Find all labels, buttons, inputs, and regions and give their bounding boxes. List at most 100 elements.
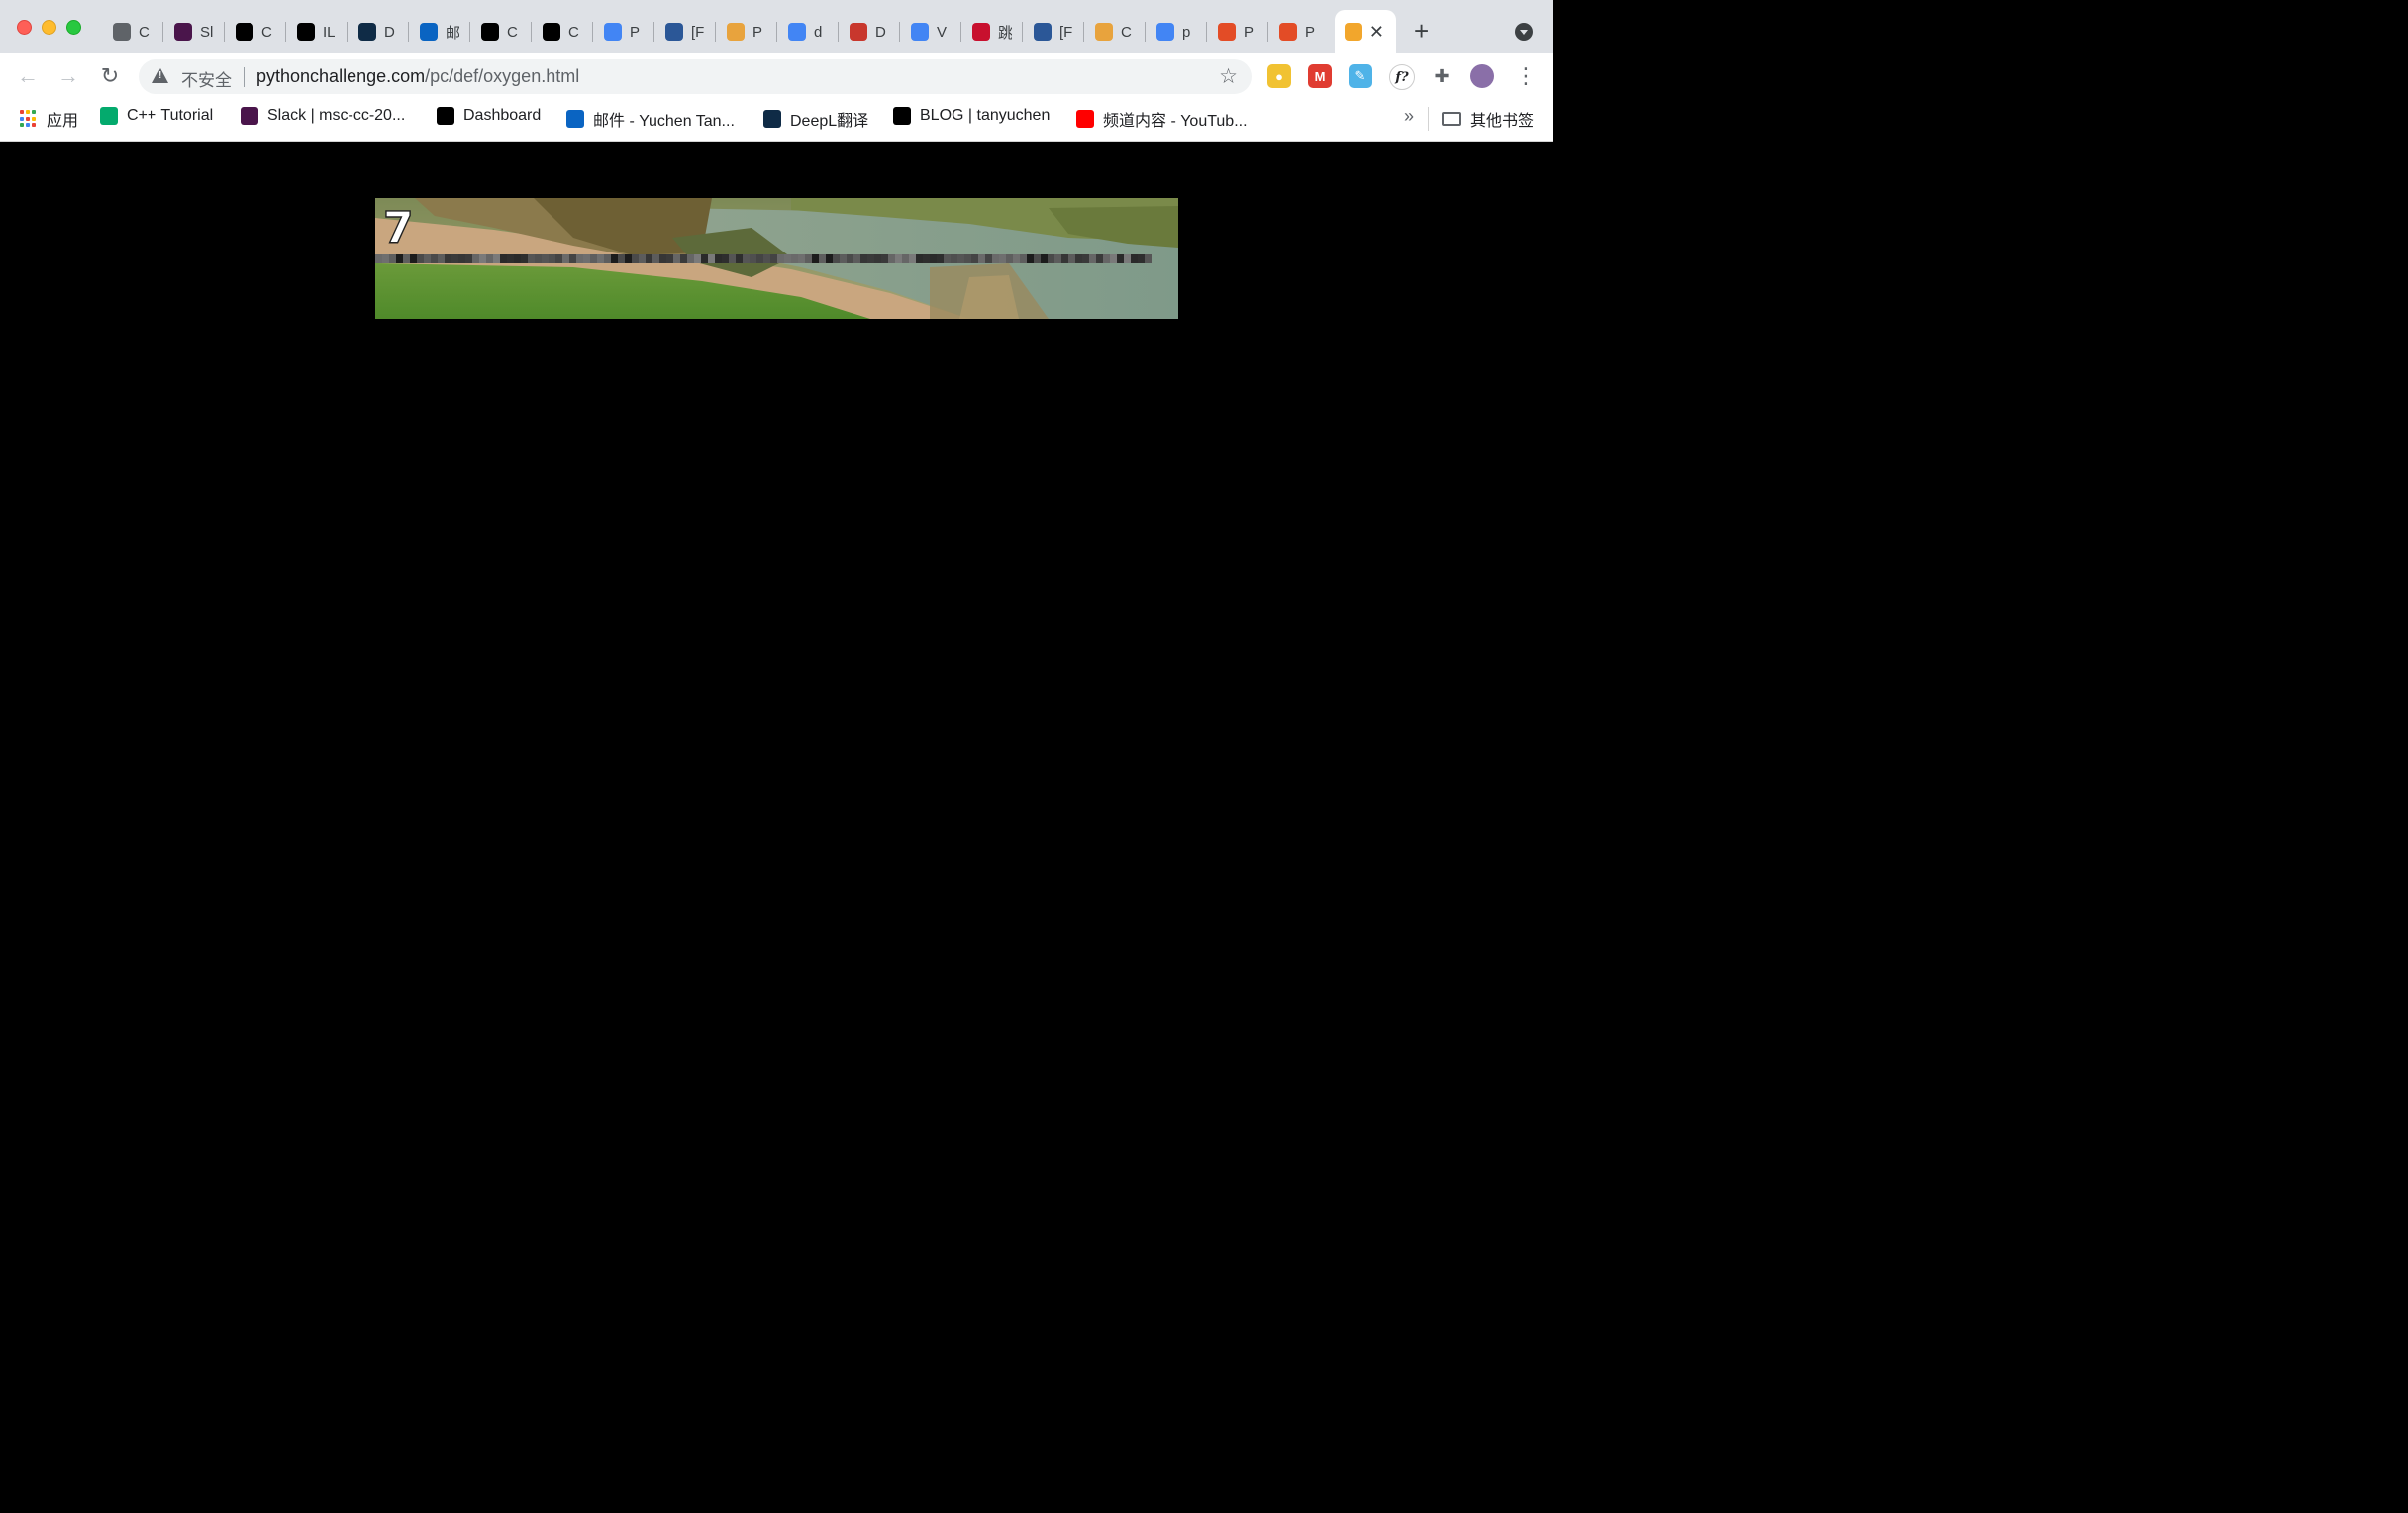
more-menu-icon[interactable]: ⋮: [1515, 63, 1537, 89]
bookmark-star-icon[interactable]: ☆: [1219, 64, 1238, 89]
browser-tab[interactable]: P: [594, 10, 652, 53]
extensions-puzzle-icon[interactable]: ✚: [1430, 64, 1454, 88]
bookmark-item[interactable]: Dashboard: [437, 107, 541, 125]
level-number: 7: [382, 203, 414, 253]
band-pixel: [1006, 254, 1013, 263]
browser-tab[interactable]: p: [1147, 10, 1204, 53]
deepl-icon: [358, 23, 376, 41]
bookmark-item[interactable]: Slack | msc-cc-20...: [241, 107, 405, 125]
bookmark-item[interactable]: BLOG | tanyuchen: [893, 107, 1050, 125]
profile-avatar-icon[interactable]: [1470, 64, 1494, 88]
band-pixel: [500, 254, 507, 263]
formula-extension-icon[interactable]: f?: [1389, 64, 1415, 90]
bowl-extension-icon[interactable]: ●: [1267, 64, 1291, 88]
browser-tab[interactable]: C: [1085, 10, 1143, 53]
browser-tab[interactable]: P: [717, 10, 774, 53]
close-window-button[interactable]: [17, 20, 32, 35]
band-pixel: [971, 254, 978, 263]
other-bookmarks-folder[interactable]: 其他书签: [1442, 107, 1534, 131]
browser-tab[interactable]: P: [1208, 10, 1265, 53]
band-pixel: [493, 254, 500, 263]
bookmark-label: Slack | msc-cc-20...: [267, 107, 406, 124]
band-pixel: [438, 254, 445, 263]
tab-title: P: [630, 23, 641, 41]
band-pixel: [486, 254, 493, 263]
tab-search-icon[interactable]: [1515, 23, 1533, 41]
band-pixel: [819, 254, 826, 263]
bookmark-label: BLOG | tanyuchen: [920, 107, 1051, 124]
tab-separator: [715, 22, 716, 42]
browser-toolbar: ← → ↻ 不安全 pythonchallenge.com/pc/def/oxy…: [0, 53, 1553, 99]
tab-separator: [838, 22, 839, 42]
band-pixel: [930, 254, 937, 263]
band-pixel: [985, 254, 992, 263]
browser-tab[interactable]: C: [471, 10, 529, 53]
browser-tab[interactable]: D: [840, 10, 897, 53]
browser-tab[interactable]: C: [226, 10, 283, 53]
browser-tab[interactable]: P: [1269, 10, 1327, 53]
new-tab-button[interactable]: +: [1414, 18, 1429, 44]
band-pixel: [874, 254, 881, 263]
more-bookmarks-chevron-icon[interactable]: »: [1404, 106, 1414, 127]
bowl-icon: [727, 23, 745, 41]
browser-tab[interactable]: ✕: [1335, 10, 1396, 53]
browser-tab[interactable]: d: [778, 10, 836, 53]
bookmark-item[interactable]: 应用: [20, 107, 78, 131]
tab-title: D: [875, 23, 886, 41]
browser-tab[interactable]: 跳: [962, 10, 1020, 53]
reload-icon[interactable]: ↻: [96, 62, 124, 90]
band-pixel: [396, 254, 403, 263]
mendeley-extension-icon[interactable]: M: [1308, 64, 1332, 88]
close-tab-icon[interactable]: ✕: [1369, 22, 1384, 43]
back-arrow-icon[interactable]: ←: [14, 62, 42, 90]
band-pixel: [791, 254, 798, 263]
google-icon: [911, 23, 929, 41]
browser-chrome: C Sl C IL D 邮 C C P [F Pd D V 跳 [F Cp P P ✕ + ← → ↻ 不安全 py…: [0, 0, 1553, 142]
tab-separator: [1083, 22, 1084, 42]
band-pixel: [528, 254, 535, 263]
tab-title: IL: [323, 23, 336, 41]
tab-title: p: [1182, 23, 1191, 41]
band-pixel: [853, 254, 860, 263]
bookmark-item[interactable]: C++ Tutorial: [100, 107, 213, 125]
tab-title: C: [261, 23, 272, 41]
band-pixel: [597, 254, 604, 263]
tab-separator: [469, 22, 470, 42]
bookmark-item[interactable]: DeepL翻译: [763, 107, 868, 131]
band-pixel: [902, 254, 909, 263]
forward-arrow-icon[interactable]: →: [54, 62, 82, 90]
band-pixel: [479, 254, 486, 263]
browser-tab[interactable]: C: [533, 10, 590, 53]
minimize-window-button[interactable]: [42, 20, 56, 35]
tab-title: P: [1305, 23, 1316, 41]
band-pixel: [895, 254, 902, 263]
browser-tab[interactable]: [F: [655, 10, 713, 53]
browser-tab[interactable]: IL: [287, 10, 345, 53]
band-pixel: [840, 254, 847, 263]
browser-tab[interactable]: 邮: [410, 10, 467, 53]
kite-icon: [665, 23, 683, 41]
bookmark-item[interactable]: 频道内容 - YouTub...: [1076, 107, 1248, 131]
tab-title: [F: [691, 23, 705, 41]
bookmark-item[interactable]: 邮件 - Yuchen Tan...: [566, 107, 735, 131]
address-bar[interactable]: 不安全 pythonchallenge.com/pc/def/oxygen.ht…: [139, 59, 1252, 94]
band-pixel: [1054, 254, 1061, 263]
band-pixel: [562, 254, 569, 263]
tab-separator: [592, 22, 593, 42]
browser-tab[interactable]: C: [103, 10, 160, 53]
warning-icon[interactable]: [152, 68, 168, 83]
browser-tab[interactable]: [F: [1024, 10, 1081, 53]
security-label[interactable]: 不安全: [181, 66, 232, 91]
band-pixel: [417, 254, 424, 263]
browser-tab[interactable]: D: [349, 10, 406, 53]
zoom-window-button[interactable]: [66, 20, 81, 35]
band-pixel: [743, 254, 750, 263]
band-pixel: [867, 254, 874, 263]
url-text[interactable]: pythonchallenge.com/pc/def/oxygen.html: [256, 66, 579, 87]
browser-tab[interactable]: Sl: [164, 10, 222, 53]
google-icon: [1156, 23, 1174, 41]
band-pixel: [1131, 254, 1138, 263]
browser-tab[interactable]: V: [901, 10, 958, 53]
tab-separator: [1145, 22, 1146, 42]
pen-extension-icon[interactable]: ✎: [1349, 64, 1372, 88]
